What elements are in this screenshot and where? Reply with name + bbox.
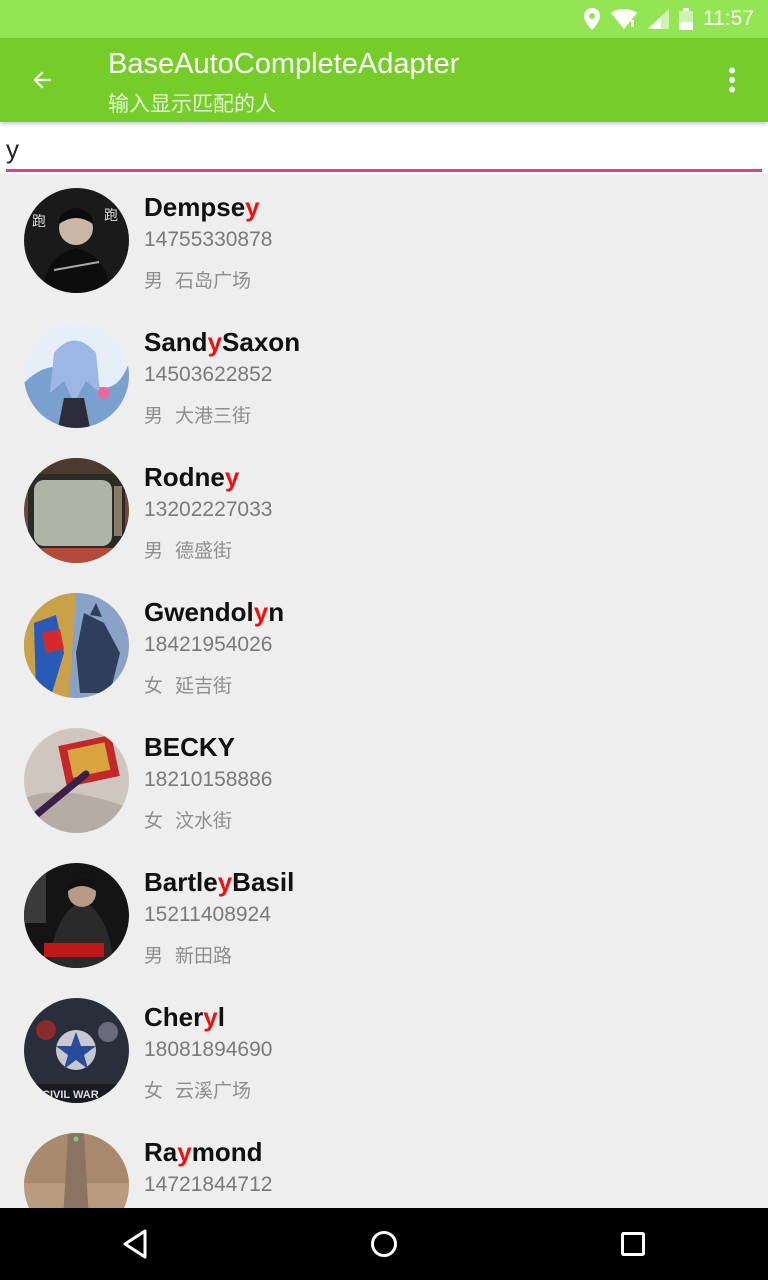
match-highlight: y — [224, 462, 240, 492]
list-item[interactable]: Gwendolyn 18421954026 女延吉街 — [0, 579, 768, 714]
person-phone: 14721844712 — [144, 1173, 273, 1196]
person-gender: 男 — [144, 945, 164, 967]
battery-icon — [679, 8, 693, 30]
wifi-icon — [611, 9, 637, 29]
person-phone: 14503622852 — [144, 363, 273, 386]
suggestion-list[interactable]: 跑跑 Dempsey 14755330878 男石岛广场 SandySaxon 14503… — [0, 174, 768, 1208]
match-highlight: y — [217, 867, 233, 897]
person-phone: 18081894690 — [144, 1038, 273, 1061]
app-title: BaseAutoCompleteAdapter — [108, 48, 460, 80]
match-highlight: y — [207, 327, 223, 357]
app-subtitle: 输入显示匹配的人 — [108, 92, 276, 116]
autocomplete-input[interactable] — [6, 130, 762, 172]
person-name: Gwendolyn — [144, 597, 285, 627]
nav-recents-button[interactable] — [611, 1222, 655, 1266]
avatar — [24, 863, 129, 968]
location-icon — [583, 8, 601, 30]
person-phone: 18210158886 — [144, 768, 273, 791]
overflow-menu-button[interactable] — [712, 60, 752, 100]
list-item[interactable]: Rodney 13202227033 男德盛街 — [0, 444, 768, 579]
person-address: 德盛街 — [175, 540, 233, 562]
status-bar: 11:57 — [0, 0, 768, 38]
person-name: Cheryl — [144, 1002, 225, 1032]
list-item[interactable]: 跑跑 Dempsey 14755330878 男石岛广场 — [0, 174, 768, 309]
arrow-back-icon — [33, 71, 51, 89]
list-item[interactable]: Raymond 14721844712 — [0, 1119, 768, 1208]
match-highlight: y — [253, 597, 269, 627]
person-info: 男德盛街 — [144, 536, 232, 563]
person-name: Rodney — [144, 462, 240, 492]
recents-square-icon — [621, 1232, 645, 1256]
svg-text:跑: 跑 — [104, 208, 118, 224]
svg-text:跑: 跑 — [32, 214, 46, 230]
person-gender: 女 — [144, 810, 164, 832]
nav-home-button[interactable] — [362, 1222, 406, 1266]
match-highlight: y — [245, 192, 260, 222]
person-name: BECKY — [144, 732, 236, 762]
list-item[interactable]: CIVIL WAR Cheryl 18081894690 女云溪广场 — [0, 984, 768, 1119]
person-info: 女延吉街 — [144, 671, 232, 698]
person-phone: 13202227033 — [144, 498, 273, 521]
list-item[interactable]: BECKY 18210158886 女汶水街 — [0, 714, 768, 849]
person-phone: 18421954026 — [144, 633, 273, 656]
person-address: 汶水街 — [175, 810, 233, 832]
back-button[interactable] — [20, 58, 64, 102]
person-gender: 男 — [144, 270, 164, 292]
svg-text:CIVIL WAR: CIVIL WAR — [42, 1089, 99, 1101]
avatar — [24, 728, 129, 833]
avatar — [24, 323, 129, 428]
app-bar: BaseAutoCompleteAdapter 输入显示匹配的人 — [0, 38, 768, 122]
home-circle-icon — [371, 1231, 397, 1257]
signal-icon — [647, 9, 669, 29]
back-triangle-icon — [123, 1229, 147, 1259]
person-name: BartleyBasil — [144, 867, 295, 897]
avatar: 跑跑 — [24, 188, 129, 293]
avatar: CIVIL WAR — [24, 998, 129, 1103]
person-gender: 女 — [144, 1080, 164, 1102]
nav-back-button[interactable] — [113, 1222, 157, 1266]
person-address: 云溪广场 — [175, 1080, 252, 1102]
person-gender: 女 — [144, 675, 164, 697]
person-info: 女云溪广场 — [144, 1076, 251, 1103]
person-gender: 男 — [144, 540, 164, 562]
more-vert-icon — [729, 67, 735, 93]
person-name: Dempsey — [144, 192, 260, 222]
person-gender: 男 — [144, 405, 164, 427]
list-item[interactable]: BartleyBasil 15211408924 男新田路 — [0, 849, 768, 984]
list-item[interactable]: SandySaxon 14503622852 男大港三街 — [0, 309, 768, 444]
person-address: 大港三街 — [175, 405, 252, 427]
status-time: 11:57 — [703, 7, 754, 30]
person-address: 石岛广场 — [175, 270, 252, 292]
person-name: SandySaxon — [144, 327, 301, 357]
search-box — [0, 122, 768, 174]
person-info: 女汶水街 — [144, 806, 232, 833]
navigation-bar — [0, 1208, 768, 1280]
match-highlight: y — [203, 1002, 218, 1032]
person-info: 男石岛广场 — [144, 266, 251, 293]
avatar — [24, 593, 129, 698]
person-name: Raymond — [144, 1137, 263, 1167]
avatar — [24, 458, 129, 563]
person-phone: 14755330878 — [144, 228, 273, 251]
person-info: 男大港三街 — [144, 401, 251, 428]
match-highlight: y — [177, 1137, 192, 1167]
person-address: 延吉街 — [175, 675, 233, 697]
person-phone: 15211408924 — [144, 903, 271, 926]
person-address: 新田路 — [175, 945, 233, 967]
person-info: 男新田路 — [144, 941, 232, 968]
avatar — [24, 1133, 129, 1208]
